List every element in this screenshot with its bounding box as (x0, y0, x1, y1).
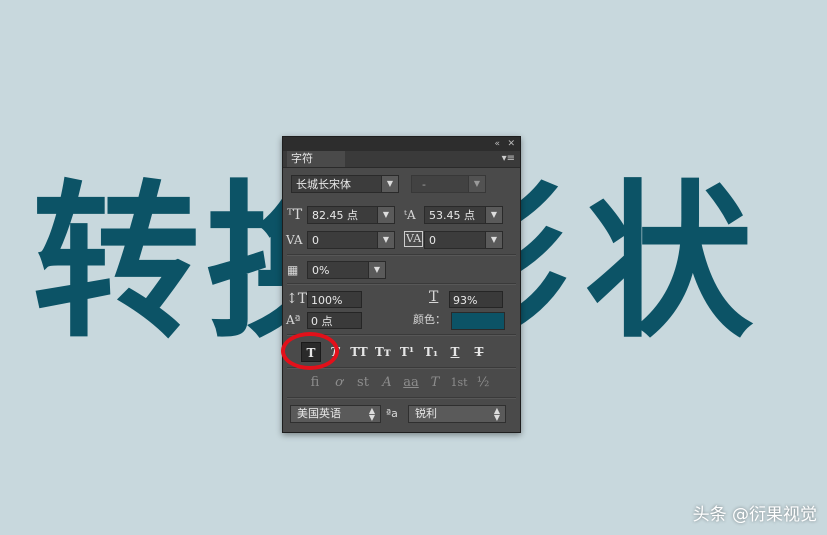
font-size-value: 82.45 点 (312, 209, 358, 222)
tracking-icon: VA (404, 231, 424, 247)
opentype-toolbar: ﬁ ơ st A aa T 1st ½ (305, 374, 515, 392)
divider (287, 254, 516, 256)
font-family-value: 长城长宋体 (296, 178, 351, 191)
background-char-1: 转 (32, 163, 200, 361)
titling-alternates-button[interactable]: aa (401, 374, 421, 392)
tsume-value: 0% (312, 264, 330, 277)
vertical-scale-icon: ↕T (286, 291, 308, 307)
kerning-icon: VA (286, 233, 303, 247)
leading-icon: ᵗA (404, 208, 416, 222)
background-char-4: 状 (585, 163, 753, 361)
subscript-button[interactable]: T₁ (421, 342, 441, 362)
chevron-down-icon: ▼ (485, 232, 502, 248)
chevron-down-icon: ▼ (377, 207, 394, 223)
tsume-icon: ▦ (287, 263, 299, 277)
font-size-icon: ᵀT (287, 207, 303, 223)
font-style-value: - (422, 178, 426, 191)
baseline-shift-field[interactable]: 0 点 (307, 312, 362, 329)
tab-character[interactable]: 字符 (287, 151, 345, 167)
leading-field[interactable]: 53.45 点 ▼ (424, 206, 503, 224)
fractions-button[interactable]: ½ (473, 374, 493, 392)
panel-title-bar: « ✕ (283, 137, 520, 151)
panel-menu-icon[interactable]: ▾≡ (502, 153, 515, 165)
ligature-button[interactable]: ﬁ (305, 374, 325, 392)
vertical-scale-field[interactable]: 100% (307, 291, 362, 308)
text-color-swatch[interactable] (451, 312, 505, 330)
chevron-down-icon: ▼ (377, 232, 394, 248)
kerning-value: 0 (312, 234, 319, 247)
discretionary-ligature-button[interactable]: ơ (329, 374, 349, 392)
antialias-value: 锐利 (415, 407, 437, 420)
close-icon[interactable]: ✕ (507, 138, 515, 150)
underline-button[interactable]: T (445, 342, 465, 362)
horizontal-scale-field[interactable]: 93% (449, 291, 503, 308)
divider (287, 283, 516, 285)
panel-tab-bar: 字符 ▾≡ (283, 151, 520, 168)
font-size-field[interactable]: 82.45 点 ▼ (307, 206, 395, 224)
stylistic-alternates-button[interactable]: st (353, 374, 373, 392)
ordinals-button[interactable]: 1st (449, 374, 469, 392)
chevron-down-icon: ▼ (468, 176, 485, 192)
language-select[interactable]: 美国英语 ▲ ▼ (290, 405, 381, 423)
tracking-value: 0 (429, 234, 436, 247)
highlight-circle (281, 332, 339, 370)
stylistic-set-button[interactable]: T (425, 374, 445, 392)
collapse-icon[interactable]: « (494, 138, 500, 150)
updown-arrow-icon: ▲ ▼ (493, 406, 500, 422)
horizontal-scale-icon: T (429, 289, 439, 305)
tracking-field[interactable]: 0 ▼ (424, 231, 503, 249)
watermark: 头条 @衍果视觉 (692, 505, 817, 525)
divider (287, 397, 516, 399)
small-caps-button[interactable]: Tт (373, 342, 393, 362)
language-value: 美国英语 (297, 407, 341, 420)
font-family-select[interactable]: 长城长宋体 ▼ (291, 175, 399, 193)
strikethrough-button[interactable]: T (469, 342, 489, 362)
updown-arrow-icon: ▲ ▼ (368, 406, 375, 422)
character-panel: « ✕ 字符 ▾≡ 长城长宋体 ▼ - ▼ ᵀT 82.45 点 ▼ ᵗA 53… (282, 136, 521, 433)
superscript-button[interactable]: T¹ (397, 342, 417, 362)
font-style-select[interactable]: - ▼ (411, 175, 486, 193)
antialias-select[interactable]: 锐利 ▲ ▼ (408, 405, 506, 423)
all-caps-button[interactable]: TT (349, 342, 369, 362)
chevron-down-icon: ▼ (485, 207, 502, 223)
chevron-down-icon: ▼ (368, 262, 385, 278)
color-label: 颜色： (413, 313, 446, 326)
chevron-down-icon: ▼ (381, 176, 398, 192)
swash-button[interactable]: A (377, 374, 397, 392)
leading-value: 53.45 点 (429, 209, 475, 222)
kerning-field[interactable]: 0 ▼ (307, 231, 395, 249)
tsume-field[interactable]: 0% ▼ (307, 261, 386, 279)
antialias-icon: ªa (386, 407, 398, 420)
baseline-shift-icon: Aª (286, 313, 301, 327)
